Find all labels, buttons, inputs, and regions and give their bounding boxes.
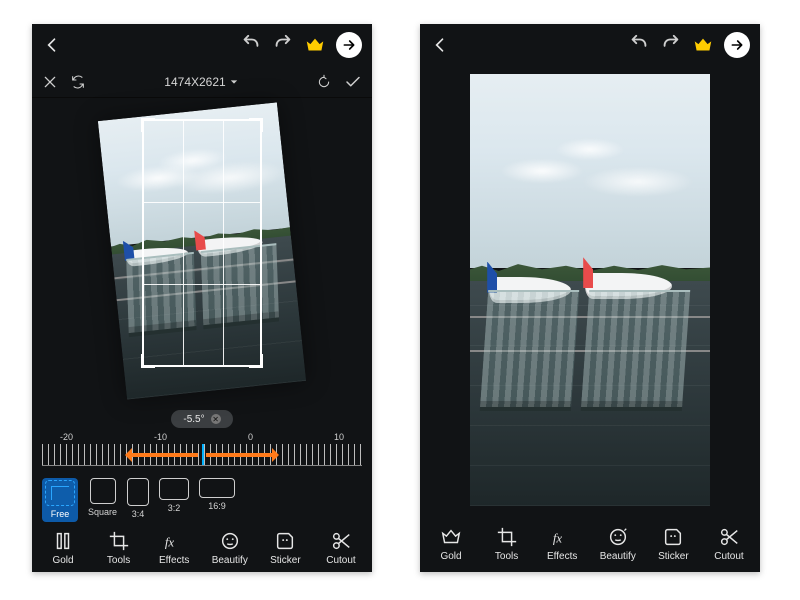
sticker-icon [274, 530, 296, 552]
aspect-square[interactable]: Square [88, 478, 117, 522]
crown-outline-icon [440, 526, 462, 548]
phone-main-editor: Gold Tools fx Effects Beautify Sticker C… [420, 24, 760, 572]
reset-angle-icon[interactable]: ✕ [211, 414, 221, 424]
reset-crop-icon[interactable] [70, 74, 86, 90]
bottom-nav: Gold Tools fx Effects Beautify Sticker C… [420, 522, 760, 572]
nav-beautify[interactable]: Beautify [203, 530, 257, 566]
apply-crop-icon[interactable] [344, 73, 362, 91]
rotation-ruler[interactable]: -20 -10 0 10 [42, 432, 362, 472]
photo-preview-rotated [98, 102, 306, 399]
bottom-nav: Gold Tools fx Effects Beautify Sticker C… [32, 526, 372, 572]
undo-icon[interactable] [628, 34, 650, 56]
svg-text:fx: fx [553, 532, 563, 546]
nav-gold[interactable]: Gold [36, 530, 90, 566]
crown-icon[interactable] [692, 34, 714, 56]
top-toolbar [420, 24, 760, 66]
nav-gold[interactable]: Gold [424, 526, 478, 562]
tools-crop-icon [108, 530, 130, 552]
chevron-down-icon [230, 78, 238, 86]
nav-beautify[interactable]: Beautify [591, 526, 645, 562]
dimensions-value: 1474X2621 [164, 75, 225, 89]
gold-icon [52, 530, 74, 552]
effects-fx-icon: fx [551, 526, 573, 548]
crown-icon[interactable] [304, 34, 326, 56]
nav-sticker[interactable]: Sticker [646, 526, 700, 562]
ruler-center-indicator [202, 444, 204, 465]
redo-icon[interactable] [660, 34, 682, 56]
nav-cutout[interactable]: Cutout [314, 530, 368, 566]
nav-cutout[interactable]: Cutout [702, 526, 756, 562]
cancel-crop-icon[interactable] [42, 74, 58, 90]
crop-subtoolbar: 1474X2621 [32, 66, 372, 98]
aspect-3-4[interactable]: 3:4 [127, 478, 149, 522]
effects-fx-icon: fx [163, 530, 185, 552]
redo-icon[interactable] [272, 34, 294, 56]
export-button[interactable] [724, 32, 750, 58]
aspect-free[interactable]: Free [42, 478, 78, 522]
nav-tools[interactable]: Tools [92, 530, 146, 566]
ruler-arrow-left [128, 453, 198, 457]
aspect-16-9[interactable]: 16:9 [199, 478, 235, 522]
export-button[interactable] [336, 32, 362, 58]
phone-crop-editor: 1474X2621 [32, 24, 372, 572]
nav-tools[interactable]: Tools [480, 526, 534, 562]
comparison-stage: 1474X2621 [0, 0, 800, 600]
nav-sticker[interactable]: Sticker [258, 530, 312, 566]
cutout-scissors-icon [718, 526, 740, 548]
dimensions-dropdown[interactable]: 1474X2621 [164, 75, 237, 89]
beautify-face-icon [219, 530, 241, 552]
beautify-face-icon [607, 526, 629, 548]
back-icon[interactable] [430, 35, 450, 55]
aspect-ratio-row: Free Square 3:4 3:2 16:9 [32, 472, 372, 526]
svg-text:fx: fx [165, 536, 175, 550]
nav-effects[interactable]: fx Effects [535, 526, 589, 562]
ruler-arrow-right [206, 453, 276, 457]
nav-effects[interactable]: fx Effects [147, 530, 201, 566]
aspect-3-2[interactable]: 3:2 [159, 478, 189, 522]
crop-canvas[interactable] [32, 98, 372, 404]
rotate-90-icon[interactable] [316, 74, 332, 90]
back-icon[interactable] [42, 35, 62, 55]
undo-icon[interactable] [240, 34, 262, 56]
sticker-icon [662, 526, 684, 548]
rotation-angle-value: -5.5° [183, 414, 204, 425]
cutout-scissors-icon [330, 530, 352, 552]
top-toolbar [32, 24, 372, 66]
rotation-angle-pill[interactable]: -5.5° ✕ [171, 410, 233, 428]
photo-preview[interactable] [470, 74, 710, 506]
tools-crop-icon [496, 526, 518, 548]
ruler-tick-labels: -20 -10 0 10 [42, 432, 362, 442]
